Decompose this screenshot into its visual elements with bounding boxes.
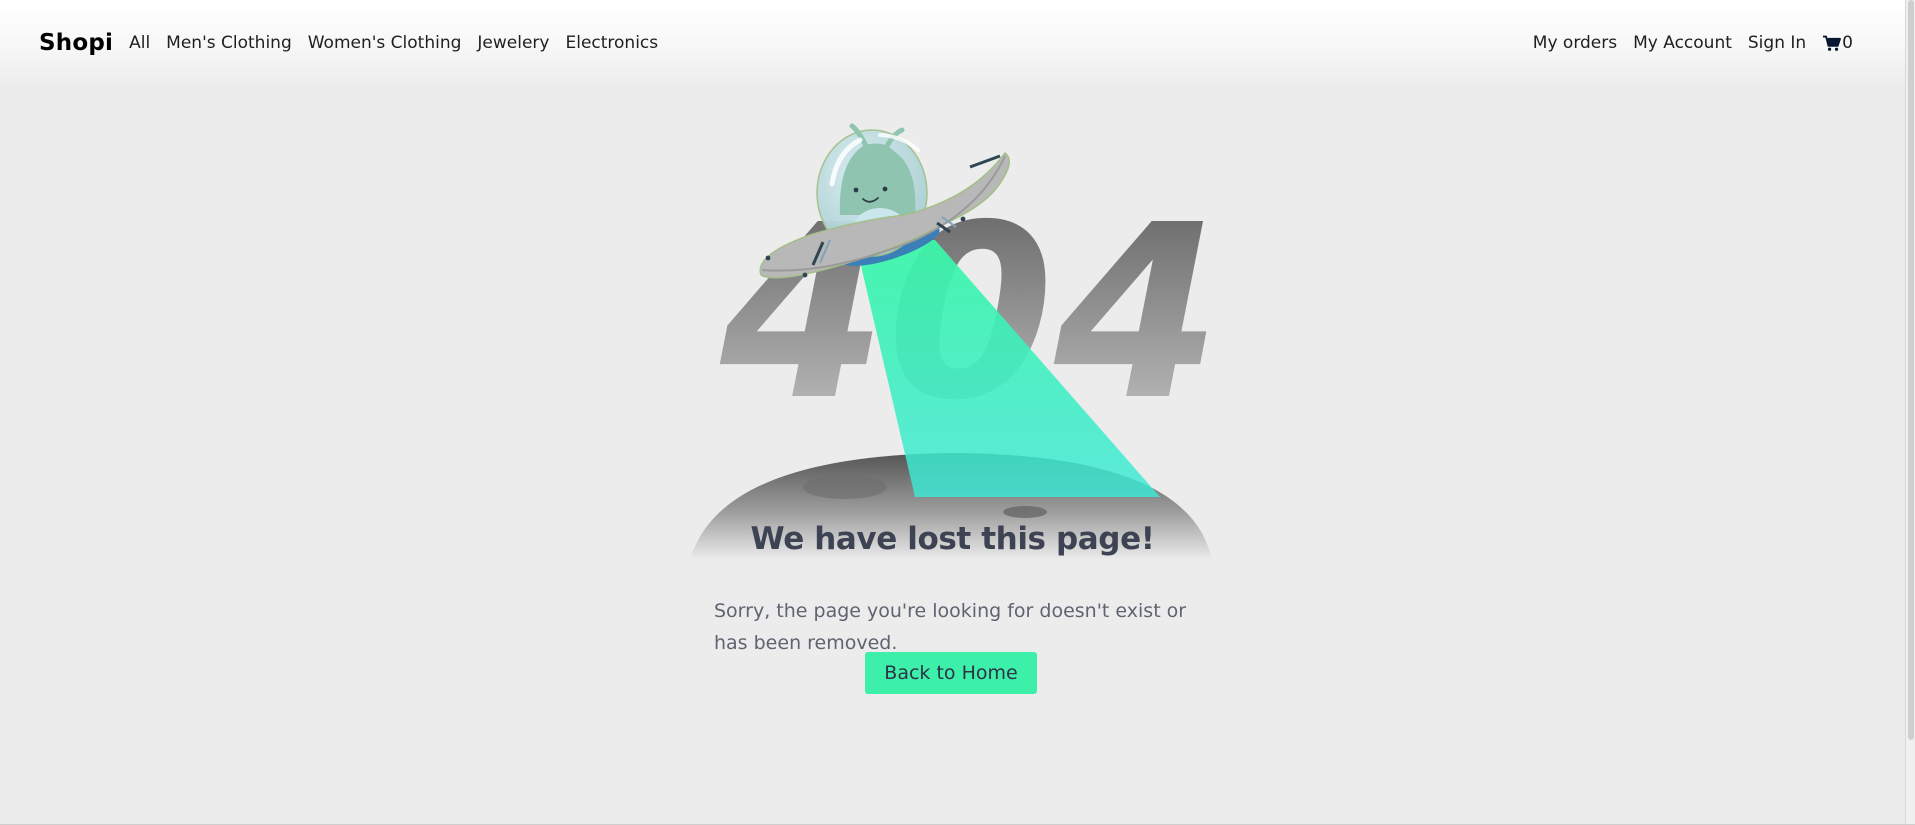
nav-link-jewelery[interactable]: Jewelery [477,33,549,53]
cart-count: 0 [1842,33,1853,53]
navbar: Shopi All Men's Clothing Women's Clothin… [0,0,1905,86]
brand-logo[interactable]: Shopi [39,30,113,56]
page: Shopi All Men's Clothing Women's Clothin… [0,0,1915,825]
ufo-404-illustration: 404 [680,90,1230,570]
nav-link-mens-clothing[interactable]: Men's Clothing [166,33,292,53]
nav-link-my-account[interactable]: My Account [1633,33,1732,53]
error-description: Sorry, the page you're looking for doesn… [714,600,1187,654]
nav-link-my-orders[interactable]: My orders [1533,33,1617,53]
vertical-scrollbar[interactable] [1905,0,1915,824]
primary-nav: Shopi All Men's Clothing Women's Clothin… [39,26,658,60]
nav-link-all[interactable]: All [129,33,150,53]
moon-crater [803,475,887,499]
nav-link-sign-in[interactable]: Sign In [1748,33,1806,53]
nav-link-womens-clothing[interactable]: Women's Clothing [308,33,462,53]
page-title: We have lost this page! [750,520,1155,557]
nav-link-electronics[interactable]: Electronics [565,33,658,53]
back-to-home-button[interactable]: Back to Home [865,652,1037,694]
shopping-cart-icon [1822,35,1842,52]
account-nav: My orders My Account Sign In 0 [1533,26,1853,60]
scrollbar-thumb[interactable] [1908,0,1914,740]
moon-crater [1003,506,1047,518]
cart-button[interactable]: 0 [1822,33,1853,53]
